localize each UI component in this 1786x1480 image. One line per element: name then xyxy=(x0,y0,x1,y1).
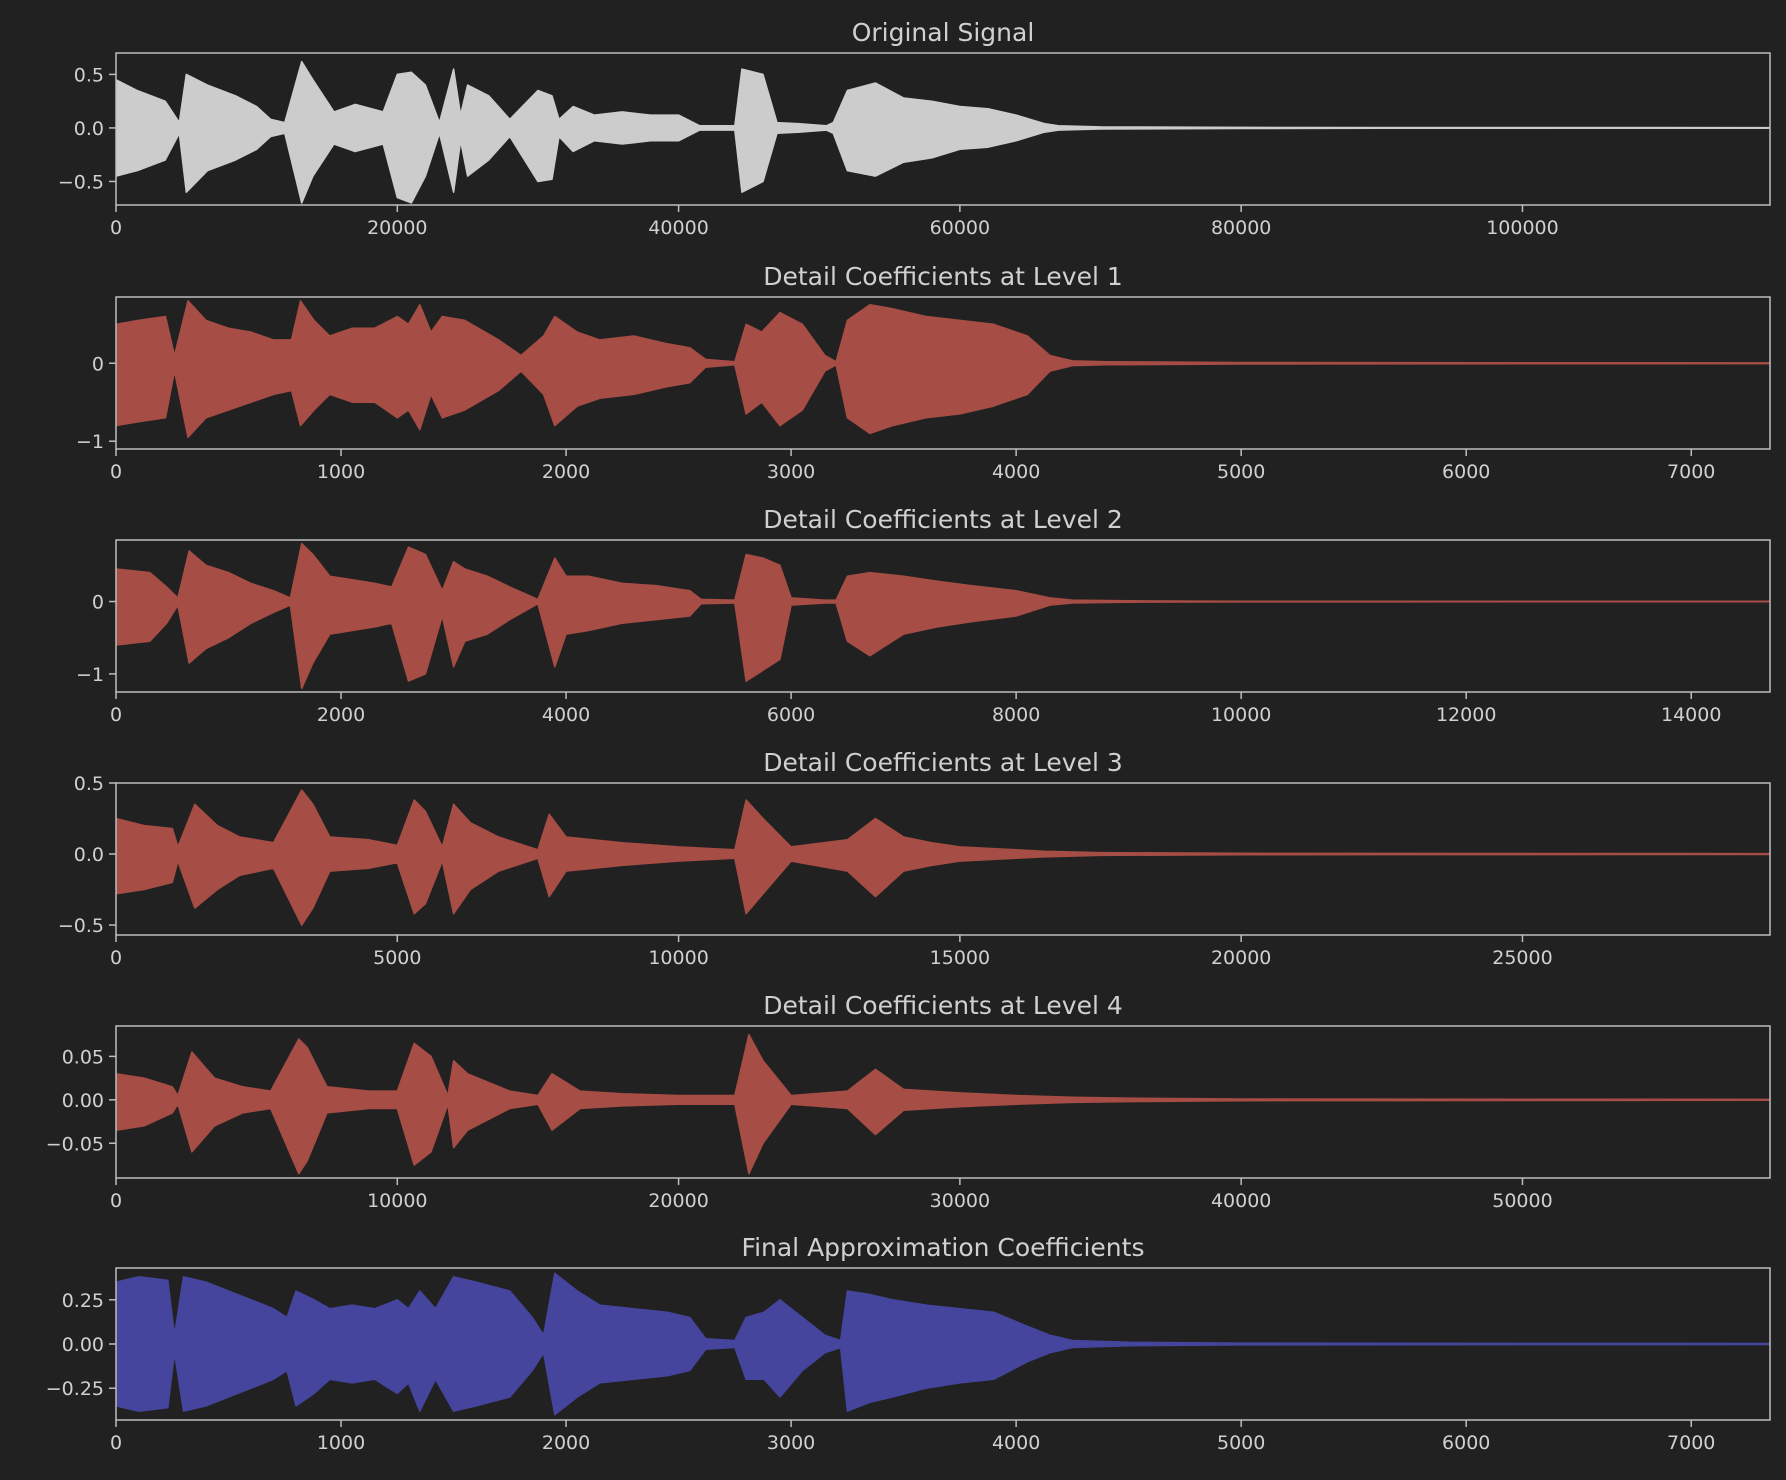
x-tick-label: 2000 xyxy=(542,461,590,483)
y-tick-label: −1 xyxy=(76,431,104,453)
x-tick-label: 4000 xyxy=(992,461,1040,483)
y-tick-label: −1 xyxy=(76,664,104,686)
subplot-title: Detail Coefficients at Level 3 xyxy=(763,748,1123,777)
y-tick-label: 0 xyxy=(92,353,104,375)
x-tick-label: 6000 xyxy=(1442,1432,1490,1454)
x-tick-label: 0 xyxy=(110,947,122,969)
y-tick-label: 0 xyxy=(92,592,104,614)
x-tick-label: 30000 xyxy=(930,1190,990,1212)
y-tick-label: 0.00 xyxy=(62,1334,104,1356)
x-tick-label: 12000 xyxy=(1436,704,1496,726)
x-tick-label: 0 xyxy=(110,1190,122,1212)
x-tick-label: 40000 xyxy=(1211,1190,1271,1212)
x-tick-label: 20000 xyxy=(648,1190,708,1212)
signal-waveform xyxy=(116,1033,1770,1175)
signal-waveform xyxy=(116,789,1770,926)
x-tick-label: 0 xyxy=(110,217,122,239)
x-tick-label: 100000 xyxy=(1486,217,1559,239)
x-tick-label: 8000 xyxy=(992,704,1040,726)
y-tick-label: 0.00 xyxy=(62,1090,104,1112)
x-tick-label: 10000 xyxy=(1211,704,1271,726)
x-tick-label: 2000 xyxy=(542,1432,590,1454)
signal-waveform xyxy=(116,300,1770,439)
y-tick-label: 0.0 xyxy=(74,118,104,140)
signal-waveform xyxy=(116,60,1770,204)
y-tick-label: 0.05 xyxy=(62,1046,104,1068)
x-tick-label: 3000 xyxy=(767,1432,815,1454)
x-tick-label: 60000 xyxy=(930,217,990,239)
x-tick-label: 0 xyxy=(110,704,122,726)
subplot-title: Original Signal xyxy=(852,18,1035,47)
subplot-2: Detail Coefficients at Level 1 0 1000 2000 3… xyxy=(76,262,1771,483)
y-tick-label: 0.5 xyxy=(74,773,104,795)
subplot-title: Detail Coefficients at Level 1 xyxy=(763,262,1123,291)
subplot-6: Final Approximation Coefficients 0 1000 200… xyxy=(46,1233,1771,1454)
y-tick-label: −0.5 xyxy=(58,171,104,193)
x-tick-label: 40000 xyxy=(648,217,708,239)
x-tick-label: 3000 xyxy=(767,461,815,483)
x-tick-label: 25000 xyxy=(1492,947,1552,969)
x-tick-label: 0 xyxy=(110,461,122,483)
x-tick-label: 80000 xyxy=(1211,217,1271,239)
subplot-3: Detail Coefficients at Level 2 0 2000 4000 6… xyxy=(76,505,1771,726)
x-tick-label: 20000 xyxy=(367,217,427,239)
x-tick-label: 10000 xyxy=(648,947,708,969)
x-tick-label: 2000 xyxy=(317,704,365,726)
subplot-title: Detail Coefficients at Level 4 xyxy=(763,991,1123,1020)
x-tick-label: 10000 xyxy=(367,1190,427,1212)
y-tick-label: 0.25 xyxy=(62,1290,104,1312)
x-tick-label: 5000 xyxy=(1217,1432,1265,1454)
x-tick-label: 5000 xyxy=(1217,461,1265,483)
x-tick-label: 7000 xyxy=(1667,1432,1715,1454)
subplot-1: Original Signal 0 20000 40000 60000 80000 1000… xyxy=(58,18,1771,239)
x-tick-label: 4000 xyxy=(542,704,590,726)
x-tick-label: 5000 xyxy=(373,947,421,969)
y-tick-label: −0.25 xyxy=(46,1378,104,1400)
y-tick-label: −0.05 xyxy=(46,1133,104,1155)
x-tick-label: 14000 xyxy=(1661,704,1721,726)
subplot-title: Final Approximation Coefficients xyxy=(742,1233,1145,1262)
x-tick-label: 1000 xyxy=(317,1432,365,1454)
y-tick-label: 0.5 xyxy=(74,64,104,86)
x-tick-label: 6000 xyxy=(1442,461,1490,483)
x-tick-label: 6000 xyxy=(767,704,815,726)
x-tick-label: 4000 xyxy=(992,1432,1040,1454)
y-tick-label: −0.5 xyxy=(58,915,104,937)
subplot-title: Detail Coefficients at Level 2 xyxy=(763,505,1123,534)
x-tick-label: 15000 xyxy=(930,947,990,969)
signal-waveform xyxy=(116,542,1770,690)
y-tick-label: 0.0 xyxy=(74,844,104,866)
x-tick-label: 7000 xyxy=(1667,461,1715,483)
figure-canvas: Original Signal0 20000 40000 60000 80000 1000… xyxy=(46,18,1771,1454)
x-tick-label: 20000 xyxy=(1211,947,1271,969)
subplot-5: Detail Coefficients at Level 4 0 10000 2000… xyxy=(46,991,1771,1212)
figure: Original Signal 0 20000 40000 60000 80000 1000… xyxy=(0,0,1786,1480)
x-tick-label: 0 xyxy=(110,1432,122,1454)
x-tick-label: 50000 xyxy=(1492,1190,1552,1212)
x-tick-label: 1000 xyxy=(317,461,365,483)
subplot-4: Detail Coefficients at Level 3 0 5000 10000… xyxy=(58,748,1771,969)
